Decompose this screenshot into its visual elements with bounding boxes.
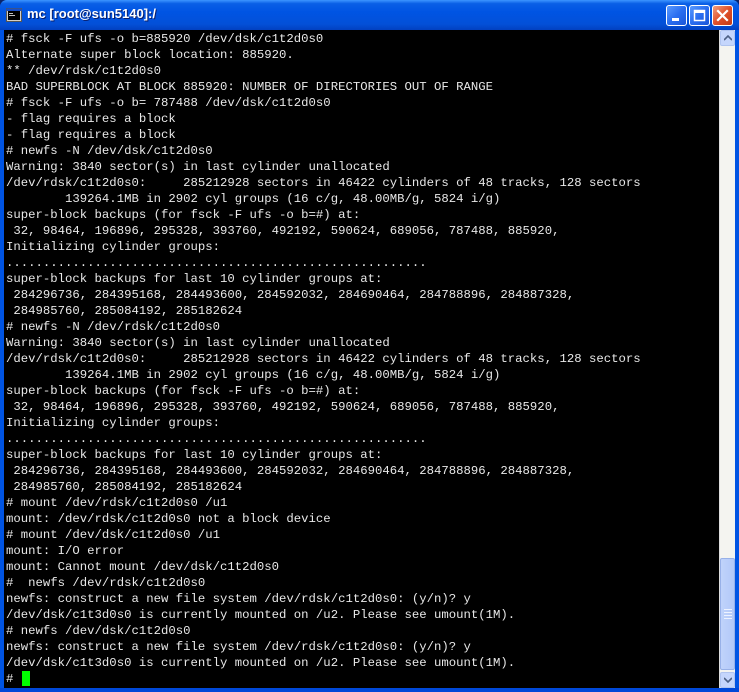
terminal-line: - flag requires a block	[6, 128, 176, 142]
terminal-line: mount: /dev/rdsk/c1t2d0s0 not a block de…	[6, 512, 331, 526]
scroll-up-button[interactable]	[720, 30, 735, 46]
terminal-line: Initializing cylinder groups:	[6, 240, 221, 254]
terminal-line: 284985760, 285084192, 285182624	[13, 304, 243, 318]
title-bar[interactable]: mc [root@sun5140]:/	[0, 0, 739, 30]
terminal-line: ........................................…	[6, 256, 427, 270]
terminal-line: # fsck -F ufs -o b= 787488 /dev/dsk/c1t2…	[6, 96, 331, 110]
minimize-button[interactable]	[666, 5, 687, 26]
window-frame-bottom	[0, 688, 739, 692]
terminal-line: # newfs /dev/rdsk/c1t2d0s0	[6, 576, 206, 590]
maximize-button[interactable]	[689, 5, 710, 26]
terminal-line: Initializing cylinder groups:	[6, 416, 221, 430]
scrollbar-thumb[interactable]	[720, 558, 735, 670]
terminal-line: # newfs -N /dev/dsk/c1t2d0s0	[6, 144, 213, 158]
terminal-line: newfs: construct a new file system /dev/…	[6, 592, 471, 606]
close-icon	[716, 9, 729, 22]
close-button[interactable]	[712, 5, 733, 26]
terminal-line: Alternate super block location: 885920.	[6, 48, 294, 62]
terminal-line: super-block backups for last 10 cylinder…	[6, 272, 383, 286]
terminal-line: # newfs -N /dev/rdsk/c1t2d0s0	[6, 320, 221, 334]
terminal-line: ........................................…	[6, 432, 427, 446]
maximize-icon	[693, 9, 706, 22]
terminal-line: 139264.1MB in 2902 cyl groups (16 c/g, 4…	[65, 368, 501, 382]
terminal-line: 284296736, 284395168, 284493600, 2845920…	[13, 464, 575, 478]
terminal-output[interactable]: # fsck -F ufs -o b=885920 /dev/dsk/c1t2d…	[5, 30, 719, 688]
terminal-line: /dev/rdsk/c1t2d0s0: 285212928 sectors in…	[6, 176, 641, 190]
terminal-line: mount: I/O error	[6, 544, 125, 558]
terminal-client-area: # fsck -F ufs -o b=885920 /dev/dsk/c1t2d…	[4, 30, 735, 688]
terminal-line: 284296736, 284395168, 284493600, 2845920…	[13, 288, 575, 302]
terminal-line: 284985760, 285084192, 285182624	[13, 480, 243, 494]
terminal-text: # fsck -F ufs -o b=885920 /dev/dsk/c1t2d…	[5, 30, 719, 687]
arrow-down-icon	[724, 677, 732, 683]
terminal-line: super-block backups (for fsck -F ufs -o …	[6, 384, 361, 398]
terminal-line: # fsck -F ufs -o b=885920 /dev/dsk/c1t2d…	[6, 32, 324, 46]
vertical-scrollbar[interactable]	[719, 30, 735, 688]
terminal-cursor	[22, 671, 30, 686]
terminal-line: ** /dev/rdsk/c1t2d0s0	[6, 64, 161, 78]
terminal-line: /dev/dsk/c1t3d0s0 is currently mounted o…	[6, 656, 516, 670]
scroll-down-button[interactable]	[720, 672, 735, 688]
terminal-line: 32, 98464, 196896, 295328, 393760, 49219…	[13, 224, 560, 238]
terminal-line: /dev/rdsk/c1t2d0s0: 285212928 sectors in…	[6, 352, 641, 366]
terminal-line: # mount /dev/rdsk/c1t2d0s0 /u1	[6, 496, 228, 510]
arrow-up-icon	[724, 35, 732, 41]
terminal-line: mount: Cannot mount /dev/dsk/c1t2d0s0	[6, 560, 280, 574]
terminal-line: super-block backups for last 10 cylinder…	[6, 448, 383, 462]
terminal-line: - flag requires a block	[6, 112, 176, 126]
terminal-line: 32, 98464, 196896, 295328, 393760, 49219…	[13, 400, 560, 414]
terminal-line: BAD SUPERBLOCK AT BLOCK 885920: NUMBER O…	[6, 80, 494, 94]
window-title: mc [root@sun5140]:/	[27, 6, 156, 21]
minimize-icon	[672, 18, 679, 21]
terminal-prompt: #	[6, 672, 21, 686]
terminal-line: Warning: 3840 sector(s) in last cylinder…	[6, 336, 390, 350]
terminal-line: /dev/dsk/c1t3d0s0 is currently mounted o…	[6, 608, 516, 622]
terminal-line: Warning: 3840 sector(s) in last cylinder…	[6, 160, 390, 174]
terminal-app-icon	[6, 8, 22, 22]
terminal-line: 139264.1MB in 2902 cyl groups (16 c/g, 4…	[65, 192, 501, 206]
terminal-line: # newfs /dev/dsk/c1t2d0s0	[6, 624, 191, 638]
terminal-line: # mount /dev/dsk/c1t2d0s0 /u1	[6, 528, 221, 542]
terminal-window: mc [root@sun5140]:/ # fsck -F ufs -o b=8…	[0, 0, 739, 692]
terminal-line: super-block backups (for fsck -F ufs -o …	[6, 208, 361, 222]
terminal-line: newfs: construct a new file system /dev/…	[6, 640, 471, 654]
